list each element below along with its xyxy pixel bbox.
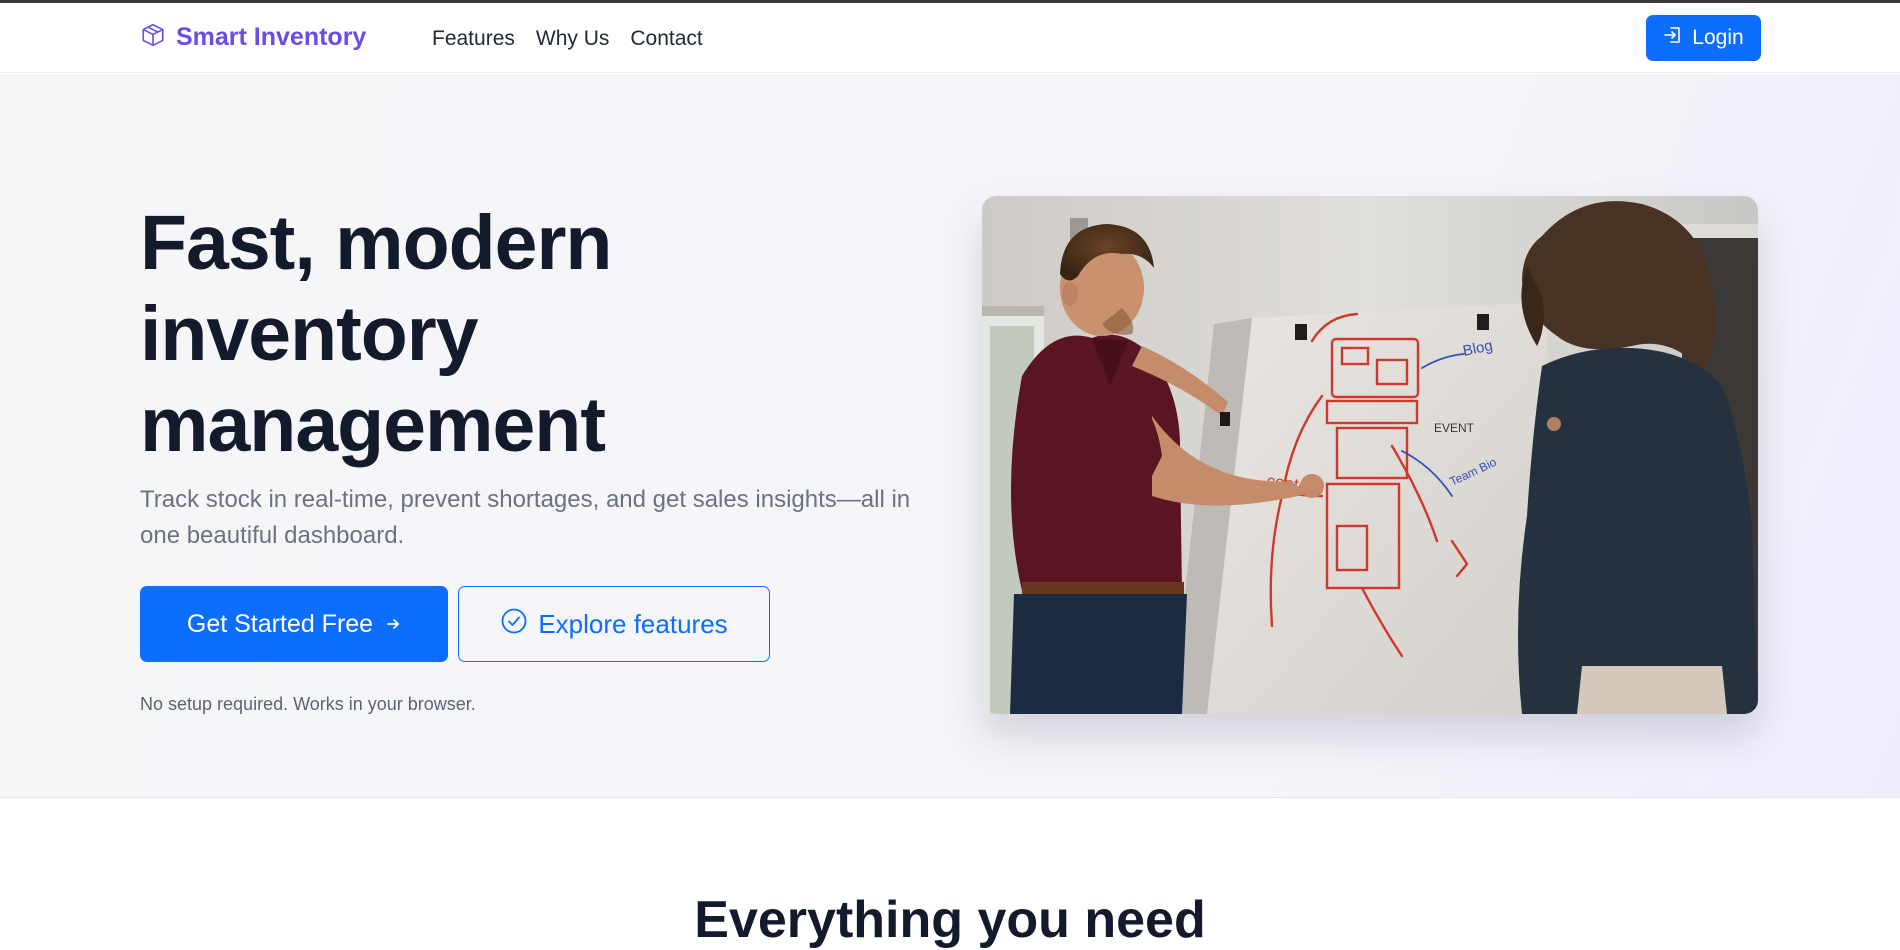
check-circle-icon	[500, 607, 528, 642]
explore-features-button[interactable]: Explore features	[458, 586, 770, 662]
headline-line-3: management	[140, 382, 606, 468]
navbar: Smart Inventory Features Why Us Contact …	[0, 3, 1900, 73]
hero-note: No setup required. Works in your browser…	[140, 694, 476, 714]
login-label: Login	[1692, 26, 1744, 49]
features-section-title: Everything you need	[694, 891, 1206, 949]
nav-link-contact[interactable]: Contact	[630, 27, 702, 51]
hero-section: Fast, modern inventory management Track …	[0, 74, 1900, 798]
nav-links: Features Why Us Contact	[432, 27, 703, 51]
brand-link[interactable]: Smart Inventory	[140, 22, 366, 53]
box-icon	[140, 22, 166, 53]
headline-line-1: Fast, modern	[140, 200, 612, 286]
hero-headline: Fast, modern inventory management	[140, 198, 612, 471]
brand-name: Smart Inventory	[176, 23, 367, 51]
hero-subtext: Track stock in real-time, prevent shorta…	[140, 486, 911, 549]
headline-line-2: inventory	[140, 291, 479, 377]
team-whiteboard-photo: content Blog EVENT Team Bio	[982, 196, 1758, 714]
login-button[interactable]: Login	[1646, 15, 1761, 61]
nav-link-why-us[interactable]: Why Us	[536, 27, 610, 51]
get-started-button[interactable]: Get Started Free	[140, 586, 448, 662]
nav-link-features[interactable]: Features	[432, 27, 515, 51]
explore-features-label: Explore features	[538, 608, 728, 639]
login-icon	[1663, 25, 1683, 51]
get-started-label: Get Started Free	[186, 609, 374, 638]
arrow-right-icon	[385, 610, 401, 639]
